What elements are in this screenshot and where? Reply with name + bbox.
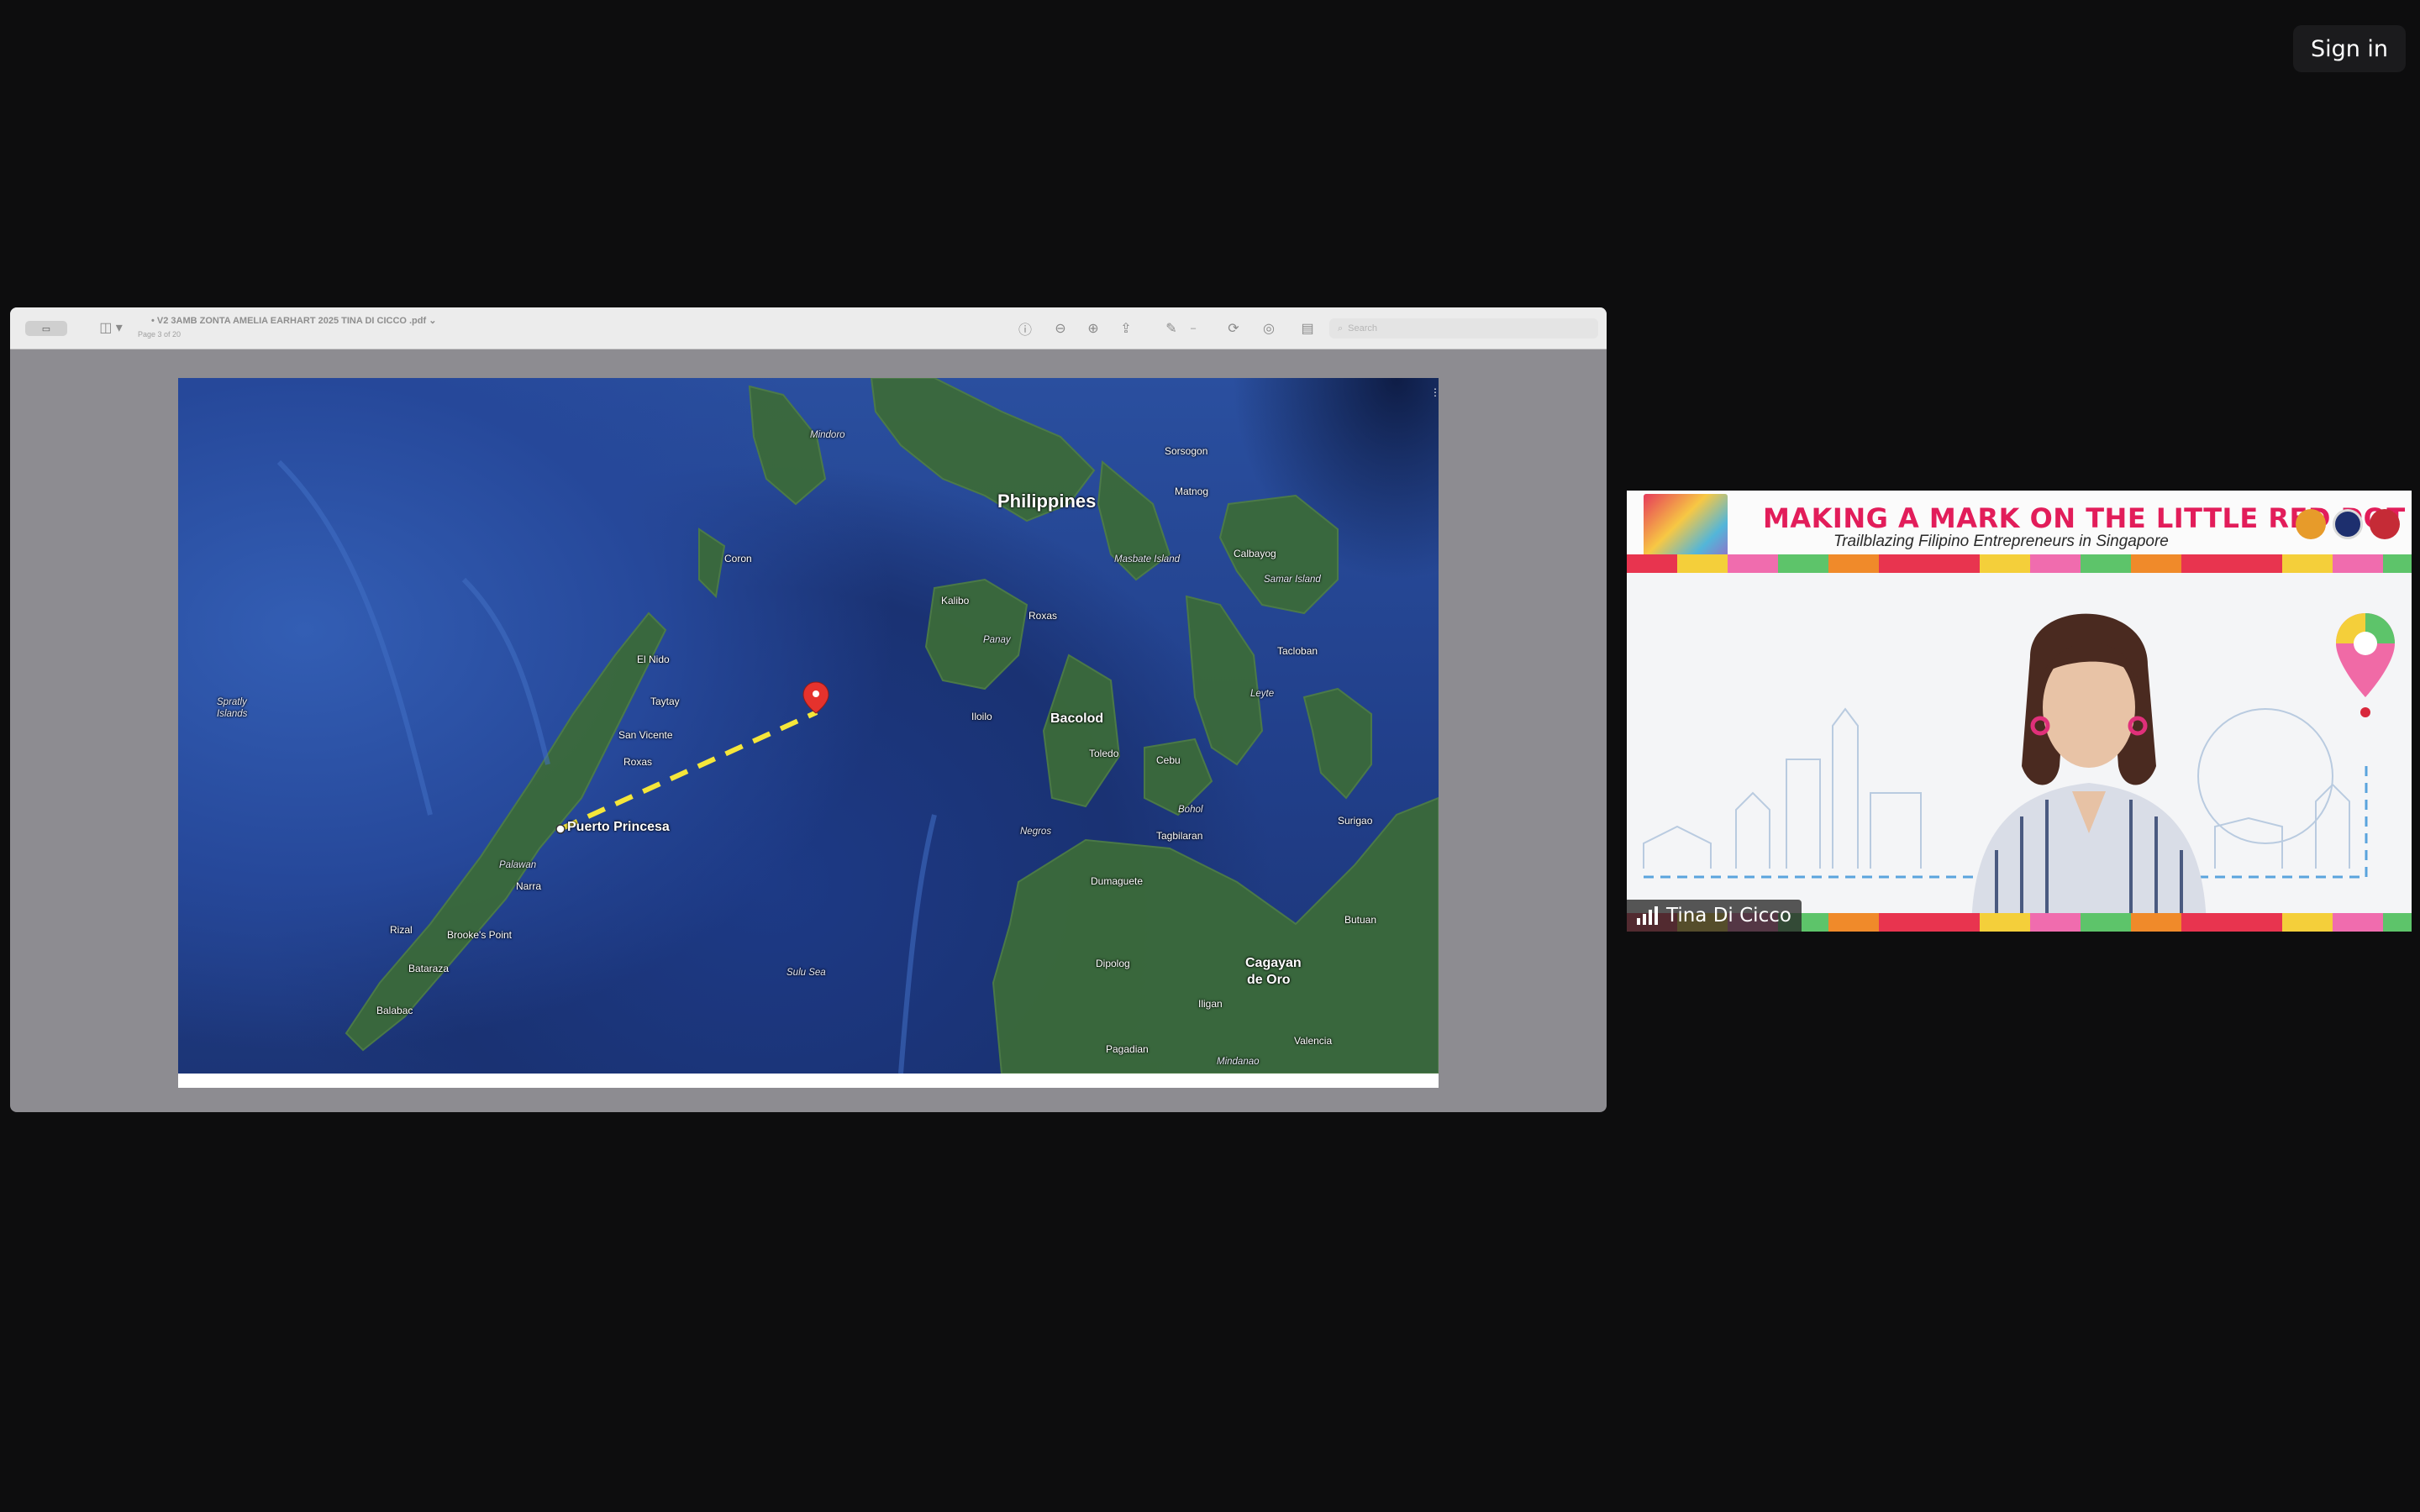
info-icon[interactable]: ⓘ <box>1015 318 1035 339</box>
map-label: Sorsogon <box>1165 445 1208 457</box>
map-label: Iligan <box>1198 998 1223 1010</box>
shared-screen-pdf-viewer: ▭ ◫ ▾ • V2 3AMB ZONTA AMELIA EARHART 202… <box>10 307 1607 1112</box>
seal-logo-icon <box>2333 509 2363 539</box>
map-label: Leyte <box>1250 689 1275 699</box>
connection-signal-icon <box>1637 906 1658 925</box>
rotate-icon[interactable]: ⟳ <box>1223 318 1244 339</box>
map-label: Roxas <box>623 756 653 768</box>
map-label: Dipolog <box>1096 958 1130 969</box>
participant-name-tag: Tina Di Cicco <box>1627 900 1802 932</box>
map-label: Sulu Sea <box>786 968 826 978</box>
map-label: Islands <box>217 709 248 719</box>
map-label: Tacloban <box>1277 645 1318 657</box>
map-label: Calbayog <box>1234 548 1276 559</box>
search-icon: ⌕ <box>1338 323 1344 333</box>
map-label: Samar Island <box>1264 575 1321 585</box>
markup-pen-icon[interactable]: ✎ <box>1161 318 1181 339</box>
sign-in-button[interactable]: Sign in <box>2293 25 2406 72</box>
map-label: Balabac <box>376 1005 413 1016</box>
map-label: Taytay <box>650 696 680 707</box>
map-label: Cebu <box>1156 754 1181 766</box>
map-label: Palawan <box>499 860 537 870</box>
map-label-major: Bacolod <box>1050 711 1104 726</box>
map-label: Surigao <box>1338 815 1373 827</box>
map-label: Bataraza <box>408 963 450 974</box>
map-label: Mindoro <box>810 430 845 440</box>
philippines-satellite-map: Philippines Puerto Princesa Bacolod Caga… <box>178 378 1439 1074</box>
map-label: Masbate Island <box>1114 554 1180 564</box>
document-title-row[interactable]: • V2 3AMB ZONTA AMELIA EARHART 2025 TINA… <box>151 315 436 326</box>
participant-video-tile[interactable]: MAKING A MARK ON THE LITTLE RED DOT Trai… <box>1627 491 2412 932</box>
zoom-in-icon[interactable]: ⊕ <box>1083 318 1103 339</box>
pdf-page: Philippines Puerto Princesa Bacolod Caga… <box>178 378 1439 1088</box>
map-label: Valencia <box>1294 1035 1333 1047</box>
markup-menu-icon[interactable]: – <box>1186 318 1200 339</box>
pdf-toolbar: ▭ ◫ ▾ • V2 3AMB ZONTA AMELIA EARHART 202… <box>10 307 1607 349</box>
map-label: Rizal <box>390 924 413 936</box>
map-label: Spratly <box>217 697 247 707</box>
chevron-down-icon[interactable]: ⌄ <box>426 316 436 326</box>
map-label: El Nido <box>637 654 670 665</box>
search-placeholder: Search <box>1348 323 1378 333</box>
participant-name: Tina Di Cicco <box>1666 905 1791 927</box>
participant-video-feed <box>1971 613 2207 932</box>
map-label: Panay <box>983 635 1011 645</box>
location-pin-icon <box>2336 613 2395 717</box>
sidebar-toggle-icon[interactable]: ◫ ▾ <box>94 318 128 338</box>
meeting-stage: Sign in ▭ ◫ ▾ • V2 3AMB ZONTA AMELIA EAR… <box>0 0 2420 1512</box>
map-label: Pagadian <box>1106 1043 1149 1055</box>
map-label: Tagbilaran <box>1156 830 1203 842</box>
page-menu-icon[interactable]: ⋮ <box>1430 387 1439 405</box>
heart-logo-icon <box>2370 509 2400 539</box>
map-label: Negros <box>1020 827 1052 837</box>
map-label: Matnog <box>1175 486 1209 497</box>
country-label: Philippines <box>997 491 1097 512</box>
view-mode-icon[interactable]: ▭ <box>25 321 67 336</box>
form-fill-icon[interactable]: ▤ <box>1296 318 1319 339</box>
map-label: Brooke's Point <box>447 929 512 941</box>
decorative-stripe <box>1627 554 2412 573</box>
map-label-major: Cagayan <box>1245 956 1302 970</box>
map-label: Mindanao <box>1217 1057 1260 1067</box>
map-label: Roxas <box>1028 610 1058 622</box>
share-icon[interactable]: ⇪ <box>1116 318 1136 339</box>
map-label: Toledo <box>1089 748 1119 759</box>
map-label: Dumaguete <box>1091 875 1144 887</box>
highlight-icon[interactable]: ◎ <box>1259 318 1279 339</box>
map-label-major: de Oro <box>1247 973 1291 987</box>
anniversary-logo-icon <box>2296 509 2326 539</box>
map-label: Kalibo <box>941 595 970 606</box>
map-label: Coron <box>724 553 752 564</box>
map-label: Bohol <box>1178 805 1203 815</box>
map-label: San Vicente <box>618 729 673 741</box>
document-title: V2 3AMB ZONTA AMELIA EARHART 2025 TINA D… <box>156 316 427 326</box>
map-label: Narra <box>516 880 542 892</box>
zoom-out-icon[interactable]: ⊖ <box>1050 318 1071 339</box>
map-label: Butuan <box>1344 914 1377 926</box>
edited-dot-icon: • <box>151 316 157 326</box>
banner-subtitle: Trailblazing Filipino Entrepreneurs in S… <box>1833 533 2169 550</box>
page-indicator: Page 3 of 20 <box>138 330 182 339</box>
map-label-major: Puerto Princesa <box>567 820 670 834</box>
map-label: Iloilo <box>971 711 992 722</box>
search-field[interactable]: ⌕ Search <box>1329 318 1598 339</box>
